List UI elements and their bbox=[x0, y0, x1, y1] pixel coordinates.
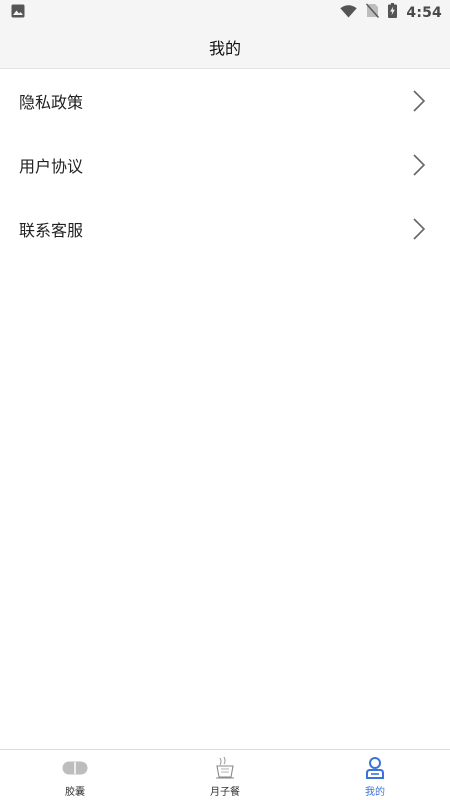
chevron-right-icon bbox=[412, 217, 426, 241]
tab-label: 胶囊 bbox=[65, 787, 85, 798]
menu-item-label: 用户协议 bbox=[19, 157, 84, 176]
status-bar: 4:54 bbox=[0, 0, 450, 25]
tab-bar: 胶囊 月子餐 我的 bbox=[0, 749, 450, 800]
meal-icon bbox=[212, 756, 238, 780]
tab-mine[interactable]: 我的 bbox=[300, 750, 450, 800]
tab-capsule[interactable]: 胶囊 bbox=[0, 750, 150, 800]
header: 我的 bbox=[0, 25, 450, 69]
tab-meal[interactable]: 月子餐 bbox=[150, 750, 300, 800]
no-sim-icon bbox=[366, 3, 380, 22]
user-icon bbox=[362, 756, 388, 780]
status-time: 4:54 bbox=[406, 4, 442, 21]
menu-list: 隐私政策 用户协议 联系客服 bbox=[0, 69, 450, 261]
menu-item-label: 联系客服 bbox=[19, 221, 84, 240]
menu-item-privacy-policy[interactable]: 隐私政策 bbox=[0, 69, 450, 133]
capsule-icon bbox=[62, 756, 88, 780]
screen: 4:54 我的 隐私政策 用户协议 联系客服 胶囊 月子餐 我的 bbox=[0, 0, 450, 800]
wifi-icon bbox=[340, 3, 358, 22]
menu-item-contact-support[interactable]: 联系客服 bbox=[0, 197, 450, 261]
page-title: 我的 bbox=[208, 38, 241, 58]
tab-label: 我的 bbox=[365, 787, 385, 798]
battery-charging-icon bbox=[388, 3, 398, 22]
menu-item-label: 隐私政策 bbox=[19, 93, 84, 112]
image-icon bbox=[11, 3, 25, 22]
tab-label: 月子餐 bbox=[210, 787, 240, 798]
chevron-right-icon bbox=[412, 89, 426, 113]
menu-item-user-agreement[interactable]: 用户协议 bbox=[0, 133, 450, 197]
chevron-right-icon bbox=[412, 153, 426, 177]
